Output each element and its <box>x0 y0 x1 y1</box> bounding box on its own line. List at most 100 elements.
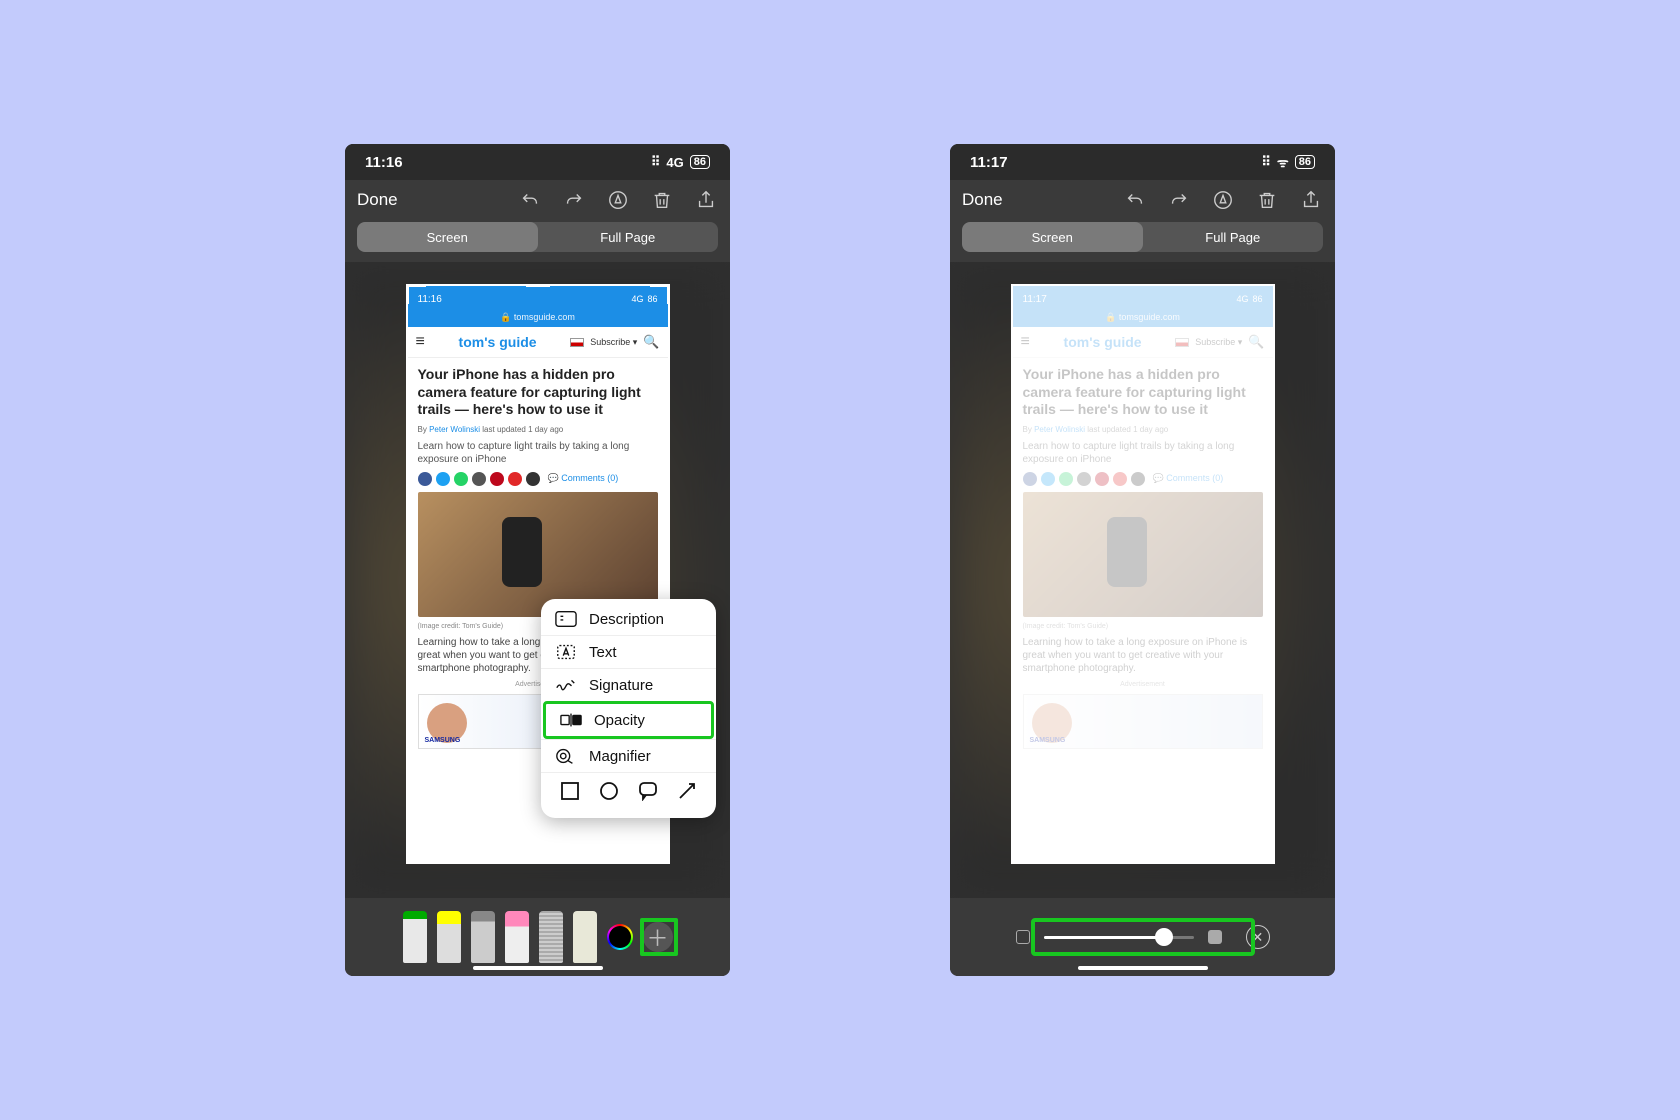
status-bar: 11:17 ⠿ ᯤ 86 <box>950 144 1335 180</box>
hero-image <box>418 492 658 617</box>
redo-icon[interactable] <box>562 188 586 212</box>
shape-speech-icon[interactable] <box>638 781 658 806</box>
undo-icon[interactable] <box>518 188 542 212</box>
description-icon <box>555 610 577 628</box>
battery-level: 86 <box>1295 155 1315 169</box>
flipboard-icon <box>508 472 522 486</box>
email-icon <box>1131 472 1145 486</box>
tab-fullpage[interactable]: Full Page <box>1143 222 1324 252</box>
trash-icon[interactable] <box>1255 188 1279 212</box>
screenshot-content: 11:17 4G 86 🔒 tomsguide.com ≡ tom's guid… <box>1013 286 1273 862</box>
highlight-box <box>640 918 678 956</box>
share-icon <box>1077 472 1091 486</box>
article-subhead: Learn how to capture light trails by tak… <box>1023 440 1263 466</box>
hamburger-icon: ≡ <box>416 333 425 351</box>
menu-magnifier[interactable]: Magnifier <box>541 739 716 772</box>
ad-label: Advertisement <box>1023 681 1263 688</box>
hamburger-icon: ≡ <box>1021 333 1030 351</box>
shape-circle-icon[interactable] <box>599 781 619 806</box>
opacity-min-icon <box>1016 930 1030 944</box>
tool-marker[interactable] <box>437 911 461 963</box>
facebook-icon <box>418 472 432 486</box>
flag-icon <box>1175 338 1189 347</box>
signature-icon <box>555 676 577 694</box>
crop-handle[interactable] <box>667 284 670 304</box>
inner-status-bar: 11:17 4G 86 <box>1013 286 1273 312</box>
magnifier-icon <box>555 747 577 765</box>
markup-topnav: Done Screen Full Page <box>345 180 730 262</box>
color-picker[interactable] <box>607 924 633 950</box>
undo-icon[interactable] <box>1123 188 1147 212</box>
canvas[interactable]: 11:17 4G 86 🔒 tomsguide.com ≡ tom's guid… <box>950 262 1335 898</box>
tool-pen[interactable] <box>403 911 427 963</box>
email-icon <box>526 472 540 486</box>
canvas[interactable]: 11:16 4G 86 🔒 tomsguide.com ≡ tom's guid… <box>345 262 730 898</box>
tab-screen[interactable]: Screen <box>357 222 538 252</box>
redo-icon[interactable] <box>1167 188 1191 212</box>
url-bar: 🔒 tomsguide.com <box>1013 312 1273 327</box>
tab-screen[interactable]: Screen <box>962 222 1143 252</box>
pinterest-icon <box>1095 472 1109 486</box>
tab-fullpage[interactable]: Full Page <box>538 222 719 252</box>
tool-lasso[interactable] <box>539 911 563 963</box>
slider-thumb[interactable] <box>1155 928 1173 946</box>
crop-handle[interactable] <box>667 844 670 864</box>
share-icon[interactable] <box>694 188 718 212</box>
article-headline: Your iPhone has a hidden pro camera feat… <box>1023 366 1263 419</box>
crop-handle[interactable] <box>526 861 550 864</box>
crop-handle[interactable] <box>406 284 426 287</box>
menu-opacity[interactable]: Opacity <box>543 701 714 739</box>
subscribe-link: Subscribe ▾ <box>1195 337 1242 348</box>
shape-row <box>541 772 716 814</box>
pinterest-icon <box>490 472 504 486</box>
tool-pencil[interactable] <box>471 911 495 963</box>
signal-icon: ⠿ <box>1261 154 1271 170</box>
phone-left: 11:16 ⠿ 4G 86 Done Screen Full Page <box>345 144 730 976</box>
tool-eraser[interactable] <box>505 911 529 963</box>
site-brand: tom's guide <box>459 334 537 350</box>
whatsapp-icon <box>454 472 468 486</box>
menu-text[interactable]: Text <box>541 635 716 668</box>
markup-pen-icon[interactable] <box>1211 188 1235 212</box>
article-subhead: Learn how to capture light trails by tak… <box>418 440 658 466</box>
image-credit: (Image credit: Tom's Guide) <box>1023 623 1263 630</box>
comments-link: 💬 Comments (0) <box>548 473 619 484</box>
screenshot-frame[interactable]: 11:17 4G 86 🔒 tomsguide.com ≡ tom's guid… <box>1011 284 1275 864</box>
twitter-icon <box>1041 472 1055 486</box>
crop-handle[interactable] <box>526 284 550 287</box>
article-body: Learning how to take a long exposure on … <box>1023 636 1263 675</box>
crop-handle[interactable] <box>406 844 409 864</box>
share-icon[interactable] <box>1299 188 1323 212</box>
crop-handle[interactable] <box>406 562 409 586</box>
menu-signature[interactable]: Signature <box>541 668 716 701</box>
status-time: 11:16 <box>365 154 403 171</box>
article-byline: By Peter Wolinski last updated 1 day ago <box>418 425 658 434</box>
shape-square-icon[interactable] <box>560 781 580 806</box>
social-row: 💬 Comments (0) <box>1023 472 1263 486</box>
crop-handle[interactable] <box>667 562 670 586</box>
site-header: ≡ tom's guide Subscribe ▾ 🔍 <box>408 327 668 358</box>
phone-right: 11:17 ⠿ ᯤ 86 Done Screen Full Page <box>950 144 1335 976</box>
signal-icon: ⠿ <box>651 154 661 170</box>
inner-status-bar: 11:16 4G 86 <box>408 286 668 312</box>
opacity-toolbar: ✕ <box>950 898 1335 976</box>
comments-link: 💬 Comments (0) <box>1153 473 1224 484</box>
hero-image <box>1023 492 1263 617</box>
view-segment[interactable]: Screen Full Page <box>962 222 1323 252</box>
menu-description[interactable]: Description <box>541 603 716 635</box>
crop-handle[interactable] <box>406 861 426 864</box>
crop-handle[interactable] <box>406 284 409 304</box>
opacity-slider[interactable] <box>1044 936 1194 939</box>
home-indicator <box>473 966 603 970</box>
slider-fill <box>1044 936 1164 939</box>
shape-arrow-icon[interactable] <box>677 781 697 806</box>
search-icon: 🔍 <box>643 334 659 350</box>
done-button[interactable]: Done <box>962 190 1003 210</box>
done-button[interactable]: Done <box>357 190 398 210</box>
tool-ruler[interactable] <box>573 911 597 963</box>
trash-icon[interactable] <box>650 188 674 212</box>
view-segment[interactable]: Screen Full Page <box>357 222 718 252</box>
battery-level: 86 <box>690 155 710 169</box>
ad-image: SAMSUNG <box>1023 694 1263 749</box>
markup-pen-icon[interactable] <box>606 188 630 212</box>
